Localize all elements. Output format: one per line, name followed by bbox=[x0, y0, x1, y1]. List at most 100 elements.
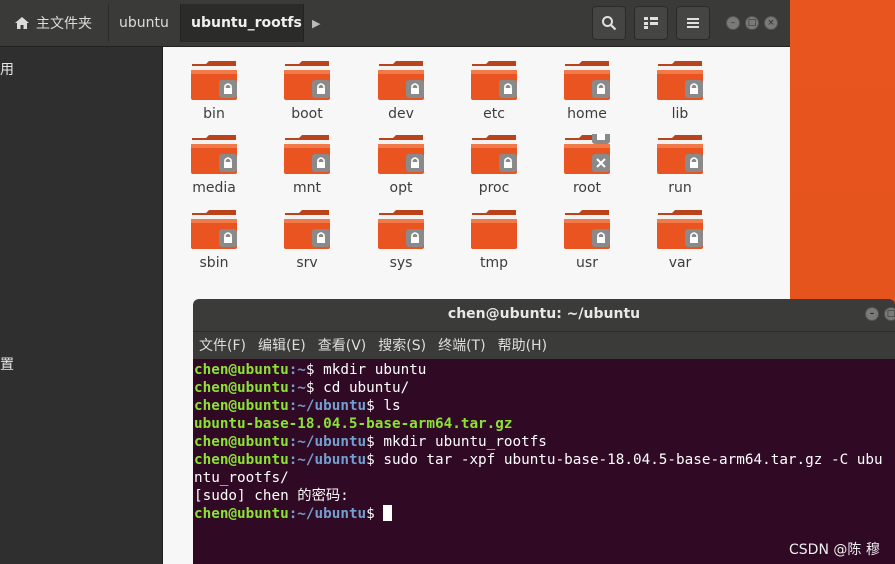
folder-label: run bbox=[668, 180, 692, 196]
folder-label: proc bbox=[478, 180, 510, 196]
folder-label: lib bbox=[671, 106, 689, 122]
prompt-user: chen@ubuntu bbox=[194, 380, 289, 396]
folder-icon bbox=[191, 210, 237, 249]
terminal-minimize-button[interactable]: – bbox=[865, 307, 879, 321]
terminal-line: chen@ubuntu:~/ubuntu$ sudo tar -xpf ubun… bbox=[194, 451, 895, 469]
maximize-icon: □ bbox=[747, 18, 757, 28]
prompt-user: chen@ubuntu bbox=[194, 434, 289, 450]
sidebar-item-label[interactable]: 置 bbox=[0, 354, 14, 374]
command-text: $ ls bbox=[366, 398, 401, 414]
terminal-window: chen@ubuntu: ~/ubuntu – □ 文件(F) 编辑(E) 查看(V… bbox=[193, 299, 895, 564]
terminal-menu-item[interactable]: 终端(T) bbox=[432, 332, 491, 360]
folder-item[interactable]: lib bbox=[640, 60, 720, 122]
prompt-user: chen@ubuntu bbox=[194, 398, 289, 414]
folder-item[interactable]: mnt bbox=[267, 134, 347, 196]
folder-label: media bbox=[192, 180, 236, 196]
folder-item[interactable]: boot bbox=[267, 60, 347, 122]
command-text: $ bbox=[366, 506, 384, 522]
output-text: [sudo] chen 的密码: bbox=[194, 488, 349, 504]
folder-item[interactable]: sys bbox=[361, 209, 441, 271]
sidebar: 用 置 bbox=[0, 47, 163, 564]
terminal-menu-item[interactable]: 搜索(S) bbox=[372, 332, 432, 360]
folder-icon bbox=[284, 210, 330, 249]
terminal-menu-item[interactable]: 查看(V) bbox=[312, 332, 373, 360]
folder-item[interactable]: etc bbox=[454, 60, 534, 122]
breadcrumb-ubuntu-rootfs[interactable]: ubuntu_rootfs bbox=[180, 4, 304, 42]
folder-icon bbox=[471, 135, 517, 174]
folder-item[interactable]: media bbox=[174, 134, 254, 196]
folder-icon bbox=[378, 210, 424, 249]
sidebar-item-label[interactable]: 用 bbox=[0, 59, 14, 79]
folder-item[interactable]: srv bbox=[267, 209, 347, 271]
command-text: $ sudo tar -xpf ubuntu-base-18.04.5-base… bbox=[366, 452, 883, 468]
close-icon: × bbox=[767, 18, 775, 28]
close-button[interactable]: × bbox=[764, 16, 778, 30]
folder-item[interactable]: home bbox=[547, 60, 627, 122]
view-toggle-button[interactable] bbox=[634, 6, 668, 40]
maximize-icon: □ bbox=[886, 309, 895, 319]
terminal-titlebar: chen@ubuntu: ~/ubuntu – □ bbox=[193, 299, 895, 331]
folder-item[interactable]: usr bbox=[547, 209, 627, 271]
minimize-icon: – bbox=[869, 309, 875, 319]
folder-label: opt bbox=[389, 180, 413, 196]
maximize-button[interactable]: □ bbox=[745, 16, 759, 30]
prompt-path: :~/ubuntu bbox=[288, 452, 367, 468]
text-cursor bbox=[383, 505, 393, 521]
folder-item[interactable]: var bbox=[640, 209, 720, 271]
folder-icon bbox=[657, 61, 703, 100]
breadcrumb-label: ubuntu bbox=[119, 15, 169, 31]
menu-button[interactable] bbox=[676, 6, 710, 40]
breadcrumb-home[interactable]: 主文件夹 bbox=[4, 4, 104, 42]
minimize-button[interactable]: – bbox=[726, 16, 740, 30]
folder-item[interactable]: tmp bbox=[454, 209, 534, 271]
terminal-line: chen@ubuntu:~/ubuntu$ bbox=[194, 505, 895, 523]
terminal-menu-item[interactable]: 帮助(H) bbox=[492, 332, 553, 360]
command-text: $ mkdir ubuntu_rootfs bbox=[366, 434, 547, 450]
folder-icon bbox=[284, 61, 330, 100]
folder-icon bbox=[564, 126, 610, 174]
folder-item[interactable]: root bbox=[547, 126, 627, 196]
folder-icon bbox=[471, 210, 517, 249]
folder-icon bbox=[564, 61, 610, 100]
watermark: CSDN @陈 穆 bbox=[789, 542, 880, 558]
terminal-maximize-button[interactable]: □ bbox=[884, 307, 895, 321]
breadcrumb-forward-button[interactable]: ▶ bbox=[306, 4, 328, 42]
prompt-path: :~ bbox=[288, 380, 306, 396]
hamburger-icon bbox=[687, 18, 699, 28]
terminal-line: chen@ubuntu:~$ cd ubuntu/ bbox=[194, 379, 895, 397]
folder-icon bbox=[471, 61, 517, 100]
folder-icon bbox=[284, 135, 330, 174]
folder-icon bbox=[378, 135, 424, 174]
terminal-line: ubuntu-base-18.04.5-base-arm64.tar.gz bbox=[194, 415, 895, 433]
prompt-user: chen@ubuntu bbox=[194, 362, 289, 378]
terminal-line: ntu_rootfs/ bbox=[194, 469, 895, 487]
prompt-path: :~/ubuntu bbox=[288, 398, 367, 414]
folder-item[interactable]: opt bbox=[361, 134, 441, 196]
folder-item[interactable]: bin bbox=[174, 60, 254, 122]
prompt-path: :~ bbox=[288, 362, 306, 378]
folder-item[interactable]: proc bbox=[454, 134, 534, 196]
folder-item[interactable]: dev bbox=[361, 60, 441, 122]
breadcrumb-label: 主文件夹 bbox=[36, 16, 92, 32]
search-button[interactable] bbox=[592, 6, 626, 40]
folder-label: usr bbox=[576, 255, 598, 271]
folder-item[interactable]: run bbox=[640, 134, 720, 196]
terminal-menu-item[interactable]: 文件(F) bbox=[193, 332, 252, 360]
folder-item[interactable]: sbin bbox=[174, 209, 254, 271]
home-icon bbox=[15, 17, 29, 29]
terminal-line: chen@ubuntu:~$ mkdir ubuntu bbox=[194, 361, 895, 379]
folder-label: tmp bbox=[479, 255, 508, 271]
output-text: ntu_rootfs/ bbox=[194, 470, 289, 486]
minimize-icon: – bbox=[730, 18, 736, 28]
folder-icon bbox=[378, 61, 424, 100]
file-manager-headerbar: 主文件夹 ubuntu ubuntu_rootfs ▶ – □ × bbox=[0, 0, 790, 47]
breadcrumb-ubuntu[interactable]: ubuntu bbox=[108, 4, 178, 42]
terminal-menu-item[interactable]: 编辑(E) bbox=[252, 332, 312, 360]
terminal-output[interactable]: chen@ubuntu:~$ mkdir ubuntu chen@ubuntu:~… bbox=[193, 359, 895, 564]
breadcrumb-label: ubuntu_rootfs bbox=[191, 15, 302, 31]
terminal-line: chen@ubuntu:~/ubuntu$ ls bbox=[194, 397, 895, 415]
folder-icon bbox=[657, 210, 703, 249]
folder-label: mnt bbox=[293, 180, 321, 196]
terminal-line: chen@ubuntu:~/ubuntu$ mkdir ubuntu_rootf… bbox=[194, 433, 895, 451]
folder-label: sbin bbox=[199, 255, 229, 271]
